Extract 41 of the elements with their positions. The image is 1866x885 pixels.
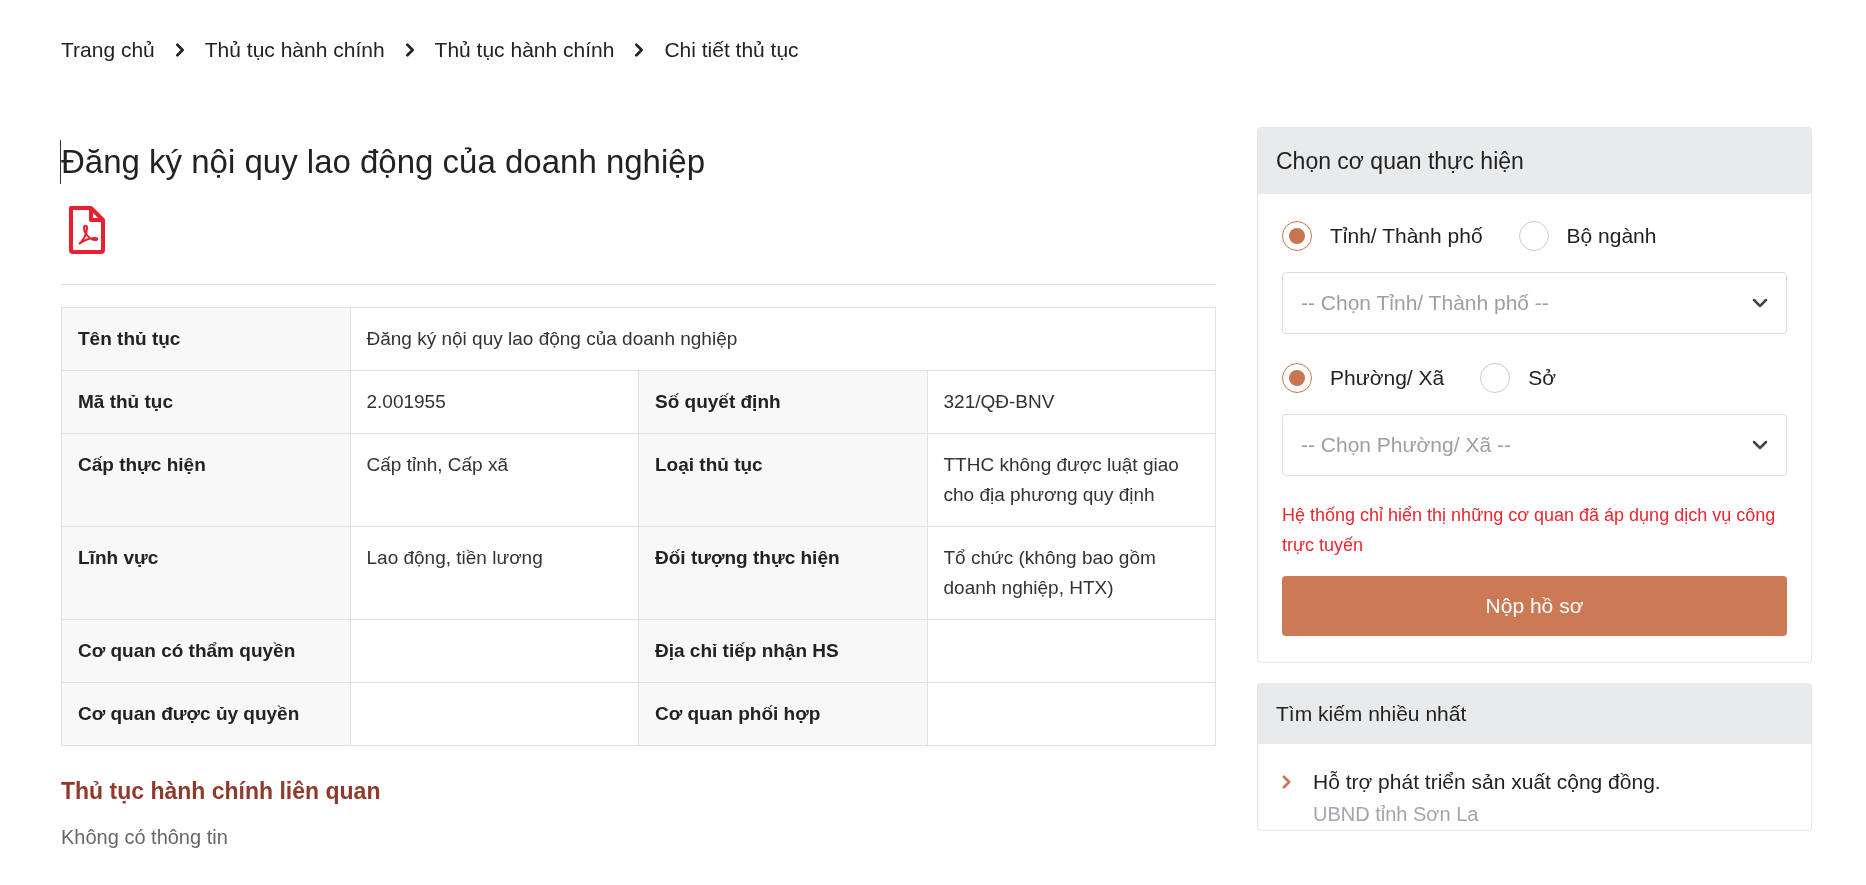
breadcrumb-link[interactable]: Thủ tục hành chính bbox=[204, 34, 385, 66]
panel-title: Chọn cơ quan thực hiện bbox=[1258, 127, 1811, 194]
field-label: Số quyết định bbox=[655, 390, 781, 412]
field-label: Tên thủ tục bbox=[78, 327, 181, 349]
section-heading: Thủ tục hành chính liên quan bbox=[61, 776, 382, 806]
chevron-down-icon bbox=[1752, 297, 1768, 308]
popular-link[interactable]: Hỗ trợ phát triển sản xuất cộng đồng. bbox=[1313, 765, 1661, 798]
empty-message: Không có thông tin bbox=[61, 825, 229, 850]
field-label: Cấp thực hiện bbox=[78, 453, 206, 475]
field-value: 2.001955 bbox=[366, 390, 446, 412]
field-label: Cơ quan có thẩm quyền bbox=[78, 639, 296, 661]
radio-option[interactable]: Tỉnh/ Thành phố bbox=[1282, 219, 1483, 252]
field-value: Cấp tỉnh, Cấp xã bbox=[366, 453, 509, 475]
field-label: Cơ quan phối hợp bbox=[655, 702, 821, 724]
notice-text: Hệ thống chỉ hiển thị những cơ quan đã áp dụng dịch vụ công trực tuyến bbox=[1282, 503, 1777, 557]
field-label: Đối tượng thực hiện bbox=[655, 546, 840, 568]
field-label: Địa chỉ tiếp nhận HS bbox=[655, 639, 839, 661]
field-value: Lao động, tiền lương bbox=[366, 546, 543, 568]
field-label: Lĩnh vực bbox=[78, 546, 159, 568]
field-value: 321/QĐ-BNV bbox=[943, 390, 1055, 412]
field-value: Tổ chức (không bao gồm doanh nghiệp, HTX) bbox=[943, 546, 1156, 598]
chevron-right-icon bbox=[174, 42, 185, 57]
radio-option[interactable]: Bộ ngành bbox=[1518, 219, 1657, 252]
field-value: TTHC không được luật giao cho địa phương quy định bbox=[943, 453, 1179, 505]
radio-option[interactable]: Phường/ Xã bbox=[1282, 361, 1445, 394]
breadcrumb-link[interactable]: Trang chủ bbox=[61, 34, 155, 66]
chevron-right-icon bbox=[1282, 774, 1291, 789]
field-value: Đăng ký nội quy lao động của doanh nghiệp bbox=[366, 327, 738, 349]
page-title: Đăng ký nội quy lao động của doanh nghiệp bbox=[60, 139, 1216, 184]
pdf-file-icon[interactable] bbox=[67, 203, 107, 256]
field-label: Mã thủ tục bbox=[78, 390, 173, 412]
radio-option[interactable]: Sở bbox=[1480, 361, 1556, 394]
chevron-right-icon bbox=[634, 42, 645, 57]
agency-name: UBND tỉnh Sơn La bbox=[1313, 801, 1480, 827]
breadcrumb-link[interactable]: Chi tiết thủ tục bbox=[664, 34, 799, 66]
chevron-right-icon bbox=[404, 42, 415, 57]
panel-title: Tìm kiếm nhiều nhất bbox=[1258, 683, 1811, 744]
breadcrumb-link[interactable]: Thủ tục hành chính bbox=[434, 34, 615, 66]
field-label: Cơ quan được ủy quyền bbox=[78, 702, 300, 724]
field-label: Loại thủ tục bbox=[655, 453, 763, 475]
chevron-down-icon bbox=[1752, 439, 1768, 450]
